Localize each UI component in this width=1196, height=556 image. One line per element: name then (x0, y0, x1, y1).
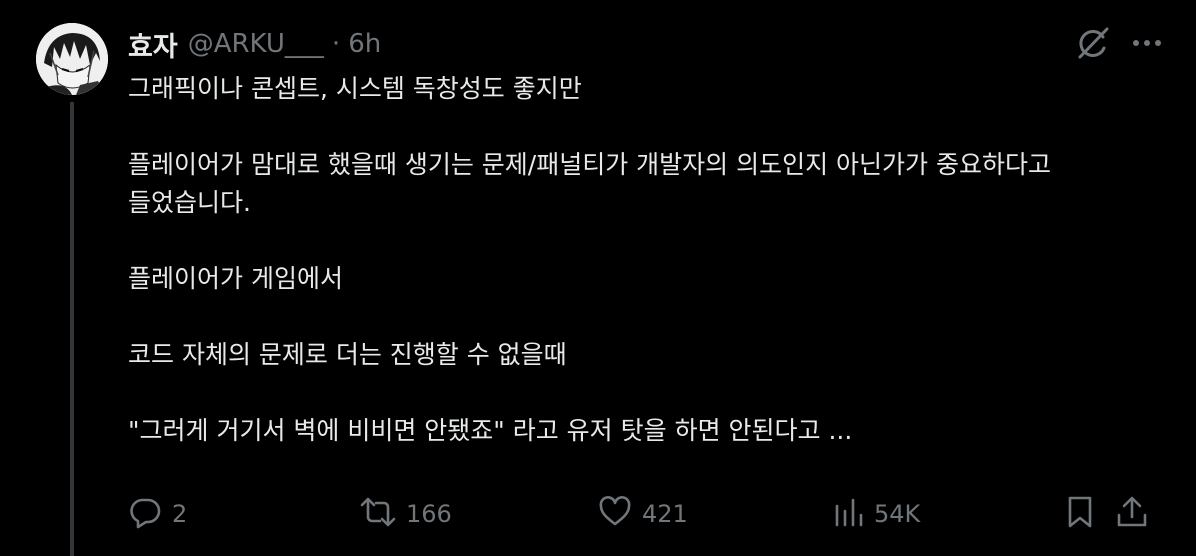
avatar-image (36, 23, 108, 95)
bookmark-button[interactable] (1065, 494, 1095, 534)
separator-dot: · (331, 29, 341, 59)
heart-icon (598, 495, 632, 533)
display-name[interactable]: 효자 (128, 25, 178, 64)
share-icon (1115, 495, 1149, 533)
tweet-paragraph: 그래픽이나 콘셉트, 시스템 독창성도 좋지만 (128, 74, 582, 103)
tweet-paragraph: "그러게 거기서 벽에 비비면 안됐죠" 라고 유저 탓을 하면 안된다고 ..… (128, 416, 853, 445)
tweet-text: 그래픽이나 콘셉트, 시스템 독창성도 좋지만 플레이어가 맘대로 했을때 생기… (128, 70, 1168, 450)
tweet-paragraph: 플레이어가 맘대로 했을때 생기는 문제/패널티가 개발자의 의도인지 아닌가가… (128, 150, 1052, 217)
reply-count: 2 (172, 500, 188, 528)
tweet-paragraph: 코드 자체의 문제로 더는 진행할 수 없을때 (128, 340, 567, 369)
reply-button[interactable]: 2 (128, 494, 187, 534)
like-count: 421 (642, 500, 688, 528)
timestamp[interactable]: 6h (348, 29, 381, 59)
more-icon[interactable] (1132, 39, 1162, 47)
repost-count: 166 (406, 500, 452, 528)
repost-icon (360, 495, 396, 533)
views-button[interactable]: 54K (834, 494, 920, 534)
tweet-header: 효자 @ARKU___ · 6h (128, 24, 381, 64)
repost-button[interactable]: 166 (360, 494, 452, 534)
views-count: 54K (874, 500, 921, 528)
reply-icon (128, 495, 162, 533)
avatar[interactable] (36, 23, 108, 95)
share-button[interactable] (1115, 494, 1149, 534)
thread-line (70, 102, 74, 556)
tweet-top-icons (1076, 26, 1162, 60)
bookmark-icon (1065, 495, 1095, 533)
tweet-actions: 2 166 421 54K (128, 494, 1168, 534)
tweet-paragraph: 플레이어가 게임에서 (128, 264, 343, 293)
views-icon (834, 497, 864, 531)
user-handle[interactable]: @ARKU___ (188, 29, 324, 59)
like-button[interactable]: 421 (598, 494, 688, 534)
grok-icon[interactable] (1076, 26, 1110, 60)
